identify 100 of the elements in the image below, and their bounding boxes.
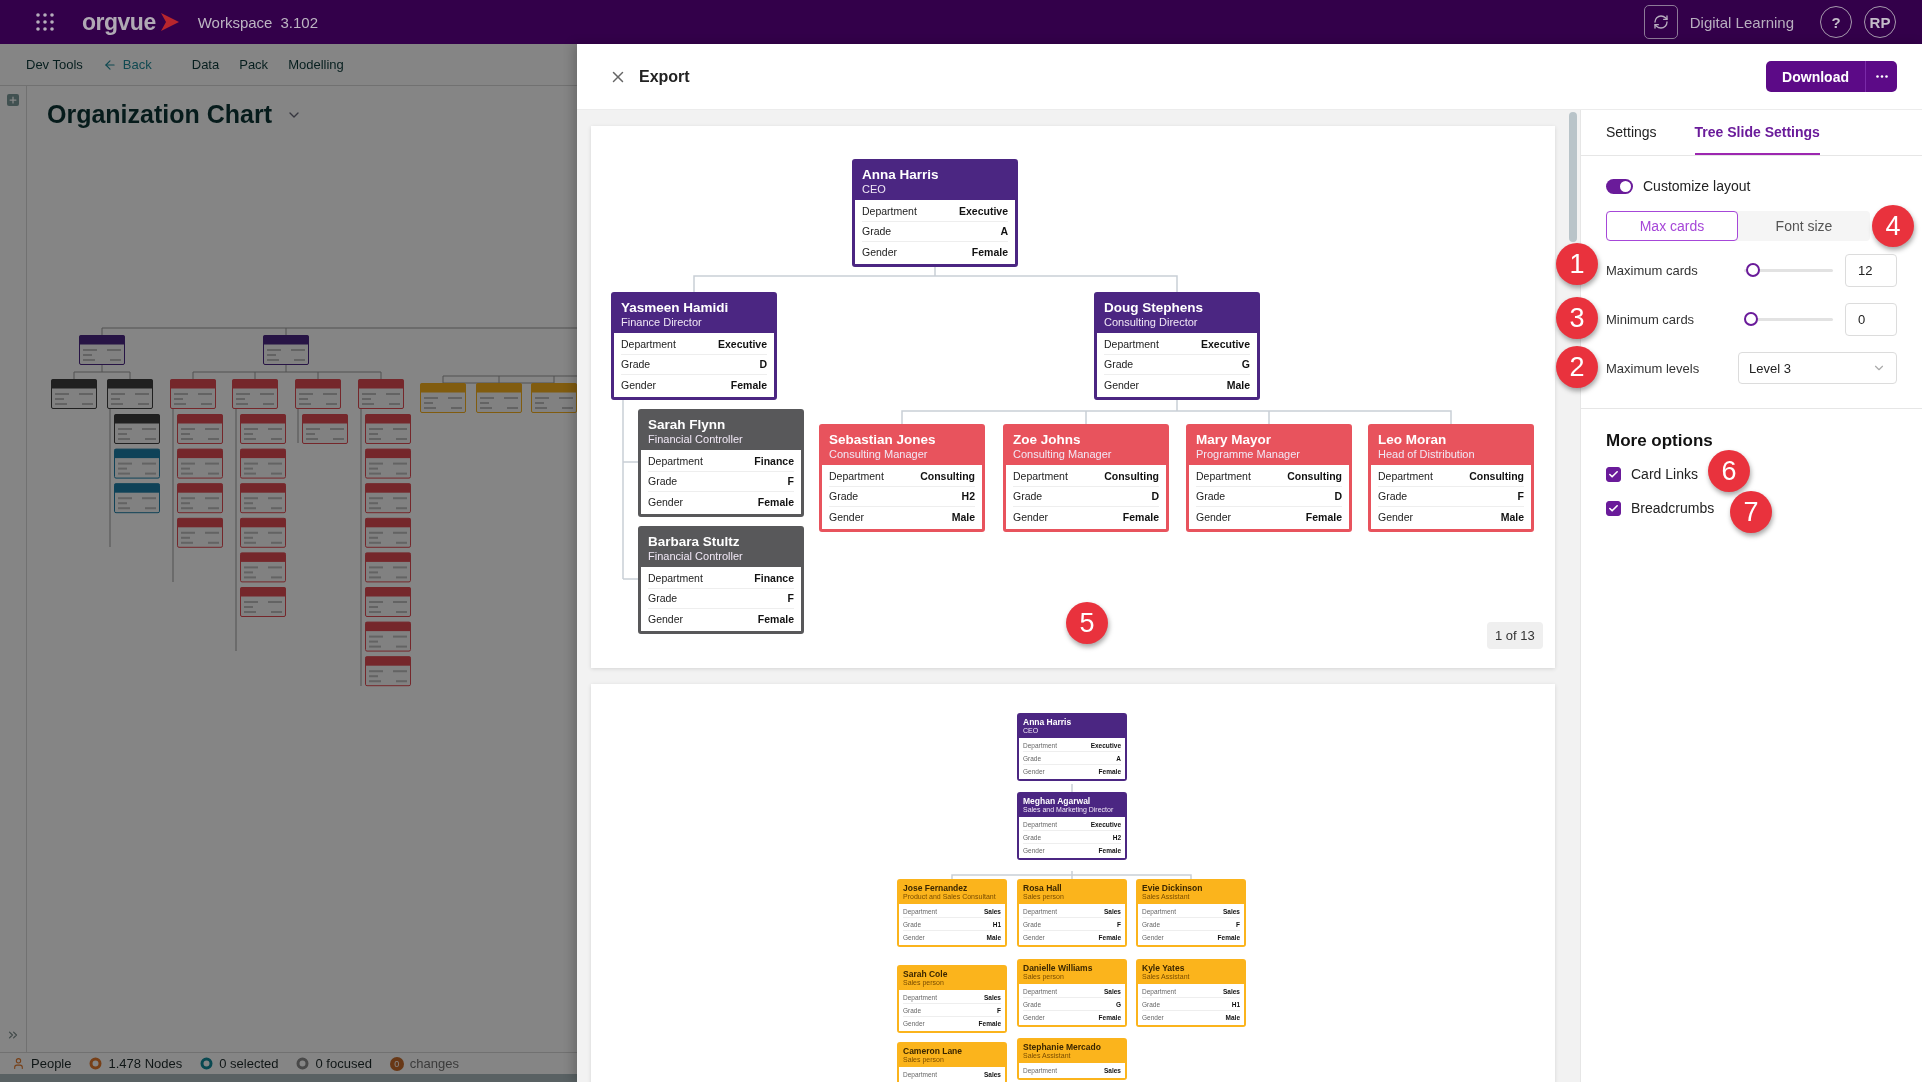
field-label: Grade	[648, 475, 678, 488]
checkbox[interactable]	[1606, 500, 1621, 516]
field-value: Male	[951, 510, 975, 523]
ring-icon	[89, 1057, 103, 1070]
field-label: Gender	[829, 510, 865, 523]
more-options-button[interactable]	[1865, 61, 1897, 92]
field-label: Department	[1378, 470, 1433, 483]
card-name: Barbara Stultz	[648, 534, 741, 550]
field-value: Female	[757, 612, 794, 625]
field-value: Female	[757, 495, 794, 508]
card-job-title: Consulting Manager	[829, 447, 929, 461]
number-field[interactable]: 12	[1845, 253, 1897, 287]
person-icon	[12, 1057, 25, 1070]
field-value: G	[1241, 358, 1250, 371]
field-value: A	[1000, 225, 1008, 238]
field-value: D	[759, 358, 767, 371]
nav-link[interactable]: Modelling	[288, 57, 344, 72]
refresh-button[interactable]	[1643, 5, 1678, 39]
field-value: F	[787, 592, 794, 605]
workspace-label: Workspace	[197, 13, 273, 31]
card-job-title: CEO	[862, 182, 887, 196]
field-label: Gender	[1196, 510, 1232, 523]
setting-label: Maximum levels	[1606, 360, 1701, 376]
field-value: Finance	[754, 572, 794, 585]
field-value: D	[1334, 490, 1342, 503]
field-label: Grade	[862, 225, 892, 238]
number-field[interactable]: 0	[1845, 302, 1897, 336]
field-value: Female	[1305, 510, 1342, 523]
status-text: 0 selected	[219, 1056, 279, 1071]
setting-label: Minimum cards	[1606, 311, 1696, 327]
setting-label: Maximum cards	[1606, 262, 1699, 278]
field-value: Consulting	[1287, 470, 1342, 483]
card-name: Evie Dickinson	[1142, 883, 1204, 893]
tab[interactable]: Tree Slide Settings	[1694, 110, 1820, 155]
toggle-switch[interactable]	[1606, 178, 1633, 194]
card-name: Cameron Lane	[903, 1046, 964, 1056]
slider-thumb[interactable]	[1744, 312, 1758, 326]
field-label: Grade	[1378, 490, 1408, 503]
field-label: Gender	[648, 495, 684, 508]
field-label: Gender	[648, 612, 684, 625]
segment-button[interactable]: Font size	[1738, 211, 1870, 241]
field-label: Grade	[1013, 490, 1043, 503]
check-icon	[1608, 502, 1619, 514]
field-label: Grade	[1196, 490, 1226, 503]
dialog-title: Export	[639, 67, 690, 86]
ellipsis-icon	[1875, 75, 1888, 78]
refresh-icon	[1652, 14, 1669, 30]
field-value: Female	[1122, 510, 1159, 523]
toggle-label: Customize layout	[1643, 178, 1751, 194]
card-job-title: Programme Manager	[1196, 447, 1301, 461]
field-label: Gender	[862, 245, 898, 258]
field-label: Department	[621, 338, 676, 351]
field-value: Executive	[1200, 338, 1250, 351]
field-value: H2	[961, 490, 975, 503]
ring-icon	[200, 1057, 214, 1070]
field-label: Grade	[648, 592, 678, 605]
card-name: Yasmeen Hamidi	[621, 300, 730, 316]
app-grid-icon[interactable]	[36, 13, 54, 31]
slider[interactable]	[1744, 312, 1833, 326]
ring-icon	[296, 1057, 310, 1070]
card-name: Jose Fernandez	[903, 883, 969, 893]
field-label: Grade	[1104, 358, 1134, 371]
level-dropdown[interactable]: Level 3	[1738, 352, 1897, 384]
field-label: Grade	[829, 490, 859, 503]
field-label: Department	[648, 572, 703, 585]
checkbox[interactable]	[1606, 466, 1621, 482]
card-name: Sebastian Jones	[829, 432, 937, 448]
field-value: F	[787, 475, 794, 488]
nav-link[interactable]: Pack	[239, 57, 269, 72]
nav-link[interactable]: Dev Tools	[26, 57, 83, 72]
scrollbar-thumb[interactable]	[1569, 112, 1577, 242]
card-name: Sarah Cole	[903, 969, 949, 979]
segment-button[interactable]: Max cards	[1606, 211, 1738, 241]
field-label: Department	[1104, 338, 1159, 351]
checkbox-label: Card Links	[1631, 466, 1698, 482]
field-label: Department	[1013, 470, 1068, 483]
checkbox-label: Breadcrumbs	[1631, 500, 1715, 516]
field-label: Gender	[1378, 510, 1414, 523]
field-value: Consulting	[1104, 470, 1159, 483]
field-label: Gender	[1013, 510, 1049, 523]
section-heading: More options	[1606, 431, 1714, 451]
status-text: changes	[409, 1056, 459, 1071]
slider-thumb[interactable]	[1746, 263, 1761, 277]
field-label: Department	[862, 205, 917, 218]
card-job-title: Consulting Director	[1104, 315, 1199, 329]
card-name: Mary Mayor	[1196, 432, 1273, 448]
field-value: Executive	[958, 205, 1008, 218]
check-icon	[1608, 468, 1619, 480]
slider[interactable]	[1744, 263, 1833, 277]
horizontal-scrollbar[interactable]	[0, 1074, 577, 1082]
workspace-user-label: Digital Learning	[1689, 13, 1794, 31]
nav-link[interactable]: Data	[191, 57, 220, 72]
field-value: F	[1517, 490, 1524, 503]
download-button[interactable]: Download	[1766, 61, 1865, 92]
card-name: Leo Moran	[1378, 432, 1448, 448]
card-name: Kyle Yates	[1142, 963, 1186, 973]
tab[interactable]: Settings	[1606, 110, 1657, 155]
card-name: Stephanie Mercado	[1023, 1042, 1102, 1052]
field-value: Consulting	[1469, 470, 1524, 483]
field-value: D	[1151, 490, 1159, 503]
